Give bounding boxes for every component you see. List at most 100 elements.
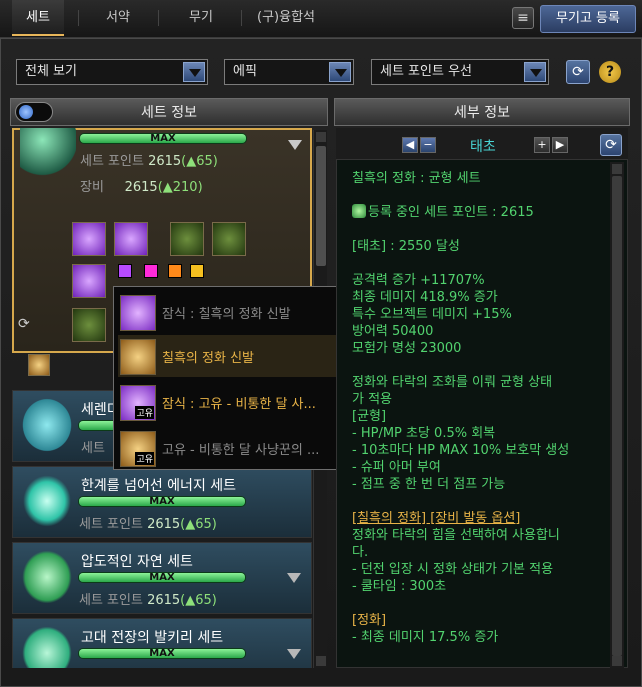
detail-line: - HP/MP 초당 0.5% 회복 — [352, 426, 496, 441]
detail-line — [352, 255, 610, 272]
color-swatch[interactable] — [144, 264, 158, 278]
scroll-down-icon[interactable] — [612, 656, 622, 666]
chevron-down-icon[interactable] — [287, 649, 301, 659]
chevron-down-icon[interactable] — [288, 140, 302, 150]
set-points: 세트 포인트 2615(▲65) — [79, 513, 217, 532]
detail-line: - 10초마다 HP MAX 10% 보호막 생성 — [352, 443, 570, 458]
set-point-icon — [352, 204, 366, 218]
tab-old-fusion-stone[interactable]: (구)융합석 — [248, 0, 324, 36]
detail-line: 다. — [352, 545, 369, 560]
top-tab-bar: 세트 서약 무기 (구)융합석 ≡ 무기고 등록 — [0, 0, 642, 38]
next-tier-icon[interactable]: ▶ — [552, 137, 568, 153]
set-card[interactable]: 한계를 넘어선 에너지 세트 MAX 세트 포인트 2615(▲65) — [12, 466, 312, 538]
refresh-icon[interactable]: ⟳ — [566, 60, 590, 84]
popup-item[interactable]: 잠식 : 칠흑의 정화 신발 — [118, 291, 354, 333]
equip-points-delta: (▲210) — [157, 180, 203, 195]
set-name: 압도적인 자연 세트 — [81, 554, 193, 570]
popup-item-label: 고유 - 비통한 달 사냥꾼의 ... — [162, 443, 320, 458]
popup-item[interactable]: 칠흑의 정화 신발 — [118, 335, 354, 377]
rose-set-icon — [20, 128, 76, 176]
equipment-slot-icon[interactable] — [72, 308, 106, 342]
detail-line: [태초] : 2550 달성 — [352, 239, 460, 254]
set-card[interactable]: 고대 전장의 발키리 세트 MAX — [12, 618, 312, 668]
popup-item[interactable]: 고유 잠식 : 고유 - 비통한 달 사... — [118, 381, 354, 423]
refresh-icon[interactable]: ⟳ — [18, 316, 30, 332]
chevron-down-icon[interactable] — [287, 573, 301, 583]
detail-line: 최종 데미지 418.9% 증가 — [352, 290, 498, 305]
set-points-delta: (▲65) — [181, 154, 218, 169]
equipment-popup-menu: 잠식 : 칠흑의 정화 신발 칠흑의 정화 신발 고유 잠식 : 고유 - 비통… — [113, 286, 359, 470]
popup-item[interactable]: 고유 고유 - 비통한 달 사냥꾼의 ... — [118, 427, 354, 469]
scroll-thumb[interactable] — [316, 146, 326, 266]
toggle-switch[interactable] — [15, 102, 53, 122]
detail-line: 공격력 증가 +11707% — [352, 273, 485, 288]
refresh-icon[interactable]: ⟳ — [600, 134, 622, 156]
detail-line: 등록 중인 세트 포인트 : 2615 — [352, 204, 610, 221]
set-name: 고대 전장의 발키리 세트 — [81, 630, 224, 646]
detail-info-header: 세부 정보 — [334, 98, 630, 126]
progress-max-label: MAX — [150, 133, 176, 144]
color-swatch[interactable] — [168, 264, 182, 278]
shoes-icon — [120, 295, 156, 331]
tab-divider — [78, 10, 79, 26]
set-detail-text: 칠흑의 정화 : 균형 세트 등록 중인 세트 포인트 : 2615 [태초] … — [352, 170, 610, 666]
equipment-slot-icon[interactable] — [170, 222, 204, 256]
chevron-down-icon[interactable] — [183, 62, 205, 82]
sort-filter-select[interactable]: 세트 포인트 우선 — [371, 59, 549, 85]
shoes-icon: 고유 — [120, 431, 156, 467]
detail-line: [칠흑의 정화] [장비 발동 옵션] — [352, 511, 521, 526]
rarity-filter-select[interactable]: 에픽 — [224, 59, 354, 85]
set-info-header: 세트 정보 — [10, 98, 328, 126]
tab-weapon[interactable]: 무기 — [175, 0, 227, 36]
view-filter-value: 전체 보기 — [25, 64, 77, 79]
chevron-down-icon[interactable] — [524, 62, 546, 82]
detail-line: 정화와 타락의 조화를 이뤄 균형 상태 — [352, 375, 553, 390]
scroll-up-icon[interactable] — [612, 164, 622, 174]
detail-line — [352, 221, 610, 238]
progress-max-label: MAX — [149, 648, 175, 659]
chevron-down-icon[interactable] — [329, 62, 351, 82]
filter-tag-icon[interactable] — [28, 354, 50, 376]
prev-tier-icon[interactable]: ◀ — [402, 137, 418, 153]
popup-item-label: 칠흑의 정화 신발 — [162, 351, 254, 366]
equipment-slot-icon[interactable] — [114, 222, 148, 256]
detail-line — [352, 187, 610, 204]
equipment-slot-icon[interactable] — [72, 264, 106, 298]
minus-icon[interactable]: − — [420, 137, 436, 153]
equip-points-value: 2615 — [124, 180, 158, 195]
scroll-down-icon[interactable] — [316, 656, 326, 666]
set-name: 한계를 넘어선 에너지 세트 — [81, 478, 237, 494]
armory-list-icon[interactable]: ≡ — [512, 7, 534, 29]
detail-line — [352, 595, 610, 612]
tab-oath[interactable]: 서약 — [92, 0, 144, 36]
progress-max-label: MAX — [149, 572, 175, 583]
detail-scrollbar[interactable] — [610, 162, 624, 668]
detail-line: 정화와 타락의 힘을 선택하여 사용합니 — [352, 528, 560, 543]
detail-line: [정화] — [352, 613, 387, 628]
color-swatch[interactable] — [190, 264, 204, 278]
detail-line: - 점프 중 한 번 더 점프 가능 — [352, 477, 506, 492]
view-filter-select[interactable]: 전체 보기 — [16, 59, 208, 85]
popup-item-label: 잠식 : 칠흑의 정화 신발 — [162, 307, 291, 322]
equip-points: 장비 2615(▲210) — [80, 176, 203, 195]
set-points: 세트 — [81, 441, 105, 456]
progress-max-label: MAX — [149, 496, 175, 507]
help-icon[interactable]: ? — [599, 61, 621, 83]
plus-icon[interactable]: + — [534, 137, 550, 153]
equipment-slot-icon[interactable] — [212, 222, 246, 256]
detail-line — [352, 493, 610, 510]
register-armory-button[interactable]: 무기고 등록 — [540, 5, 636, 33]
detail-line — [352, 357, 610, 374]
set-points-label: 세트 포인트 — [79, 517, 143, 532]
detail-line: 가 적용 — [352, 392, 393, 407]
scroll-up-icon[interactable] — [316, 132, 326, 142]
color-swatch[interactable] — [118, 264, 132, 278]
tab-set[interactable]: 세트 — [12, 0, 64, 36]
scroll-thumb[interactable] — [612, 176, 622, 656]
equipment-slot-icon[interactable] — [72, 222, 106, 256]
tab-divider — [241, 10, 242, 26]
tier-name: 태초 — [470, 139, 496, 155]
set-card[interactable]: 압도적인 자연 세트 MAX 세트 포인트 2615(▲65) — [12, 542, 312, 614]
detail-line: 모험가 명성 23000 — [352, 341, 462, 356]
set-points: 세트 포인트 2615(▲65) — [79, 589, 217, 608]
